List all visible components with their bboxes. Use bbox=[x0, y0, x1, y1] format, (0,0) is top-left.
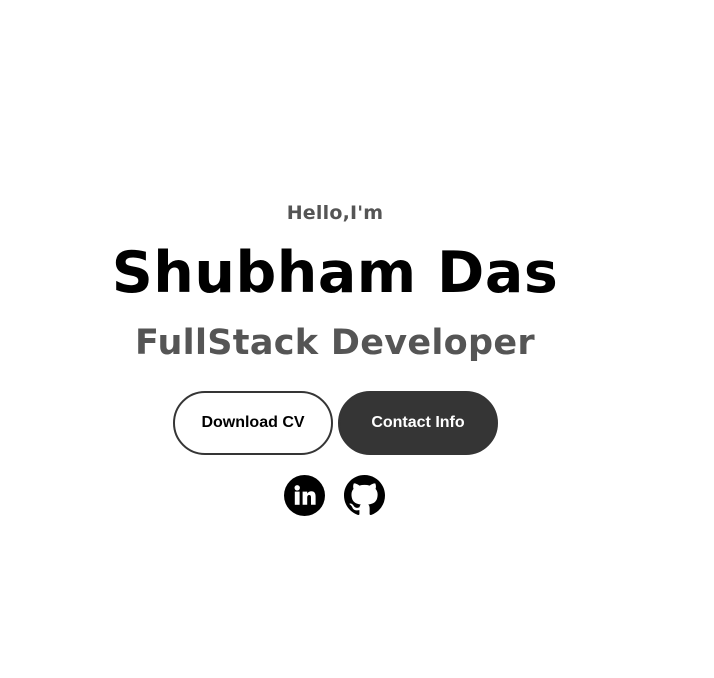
linkedin-link[interactable] bbox=[284, 475, 325, 516]
profile-name: Shubham Das bbox=[111, 240, 559, 306]
linkedin-icon bbox=[284, 475, 325, 516]
profile-section: Hello,I'm Shubham Das FullStack Develope… bbox=[0, 0, 714, 678]
profile-role: FullStack Developer bbox=[135, 323, 535, 363]
download-cv-button[interactable]: Download CV bbox=[173, 391, 333, 455]
github-link[interactable] bbox=[344, 475, 385, 516]
greeting-text: Hello,I'm bbox=[286, 202, 384, 224]
contact-info-button[interactable]: Contact Info bbox=[338, 391, 498, 455]
github-icon bbox=[344, 475, 385, 515]
